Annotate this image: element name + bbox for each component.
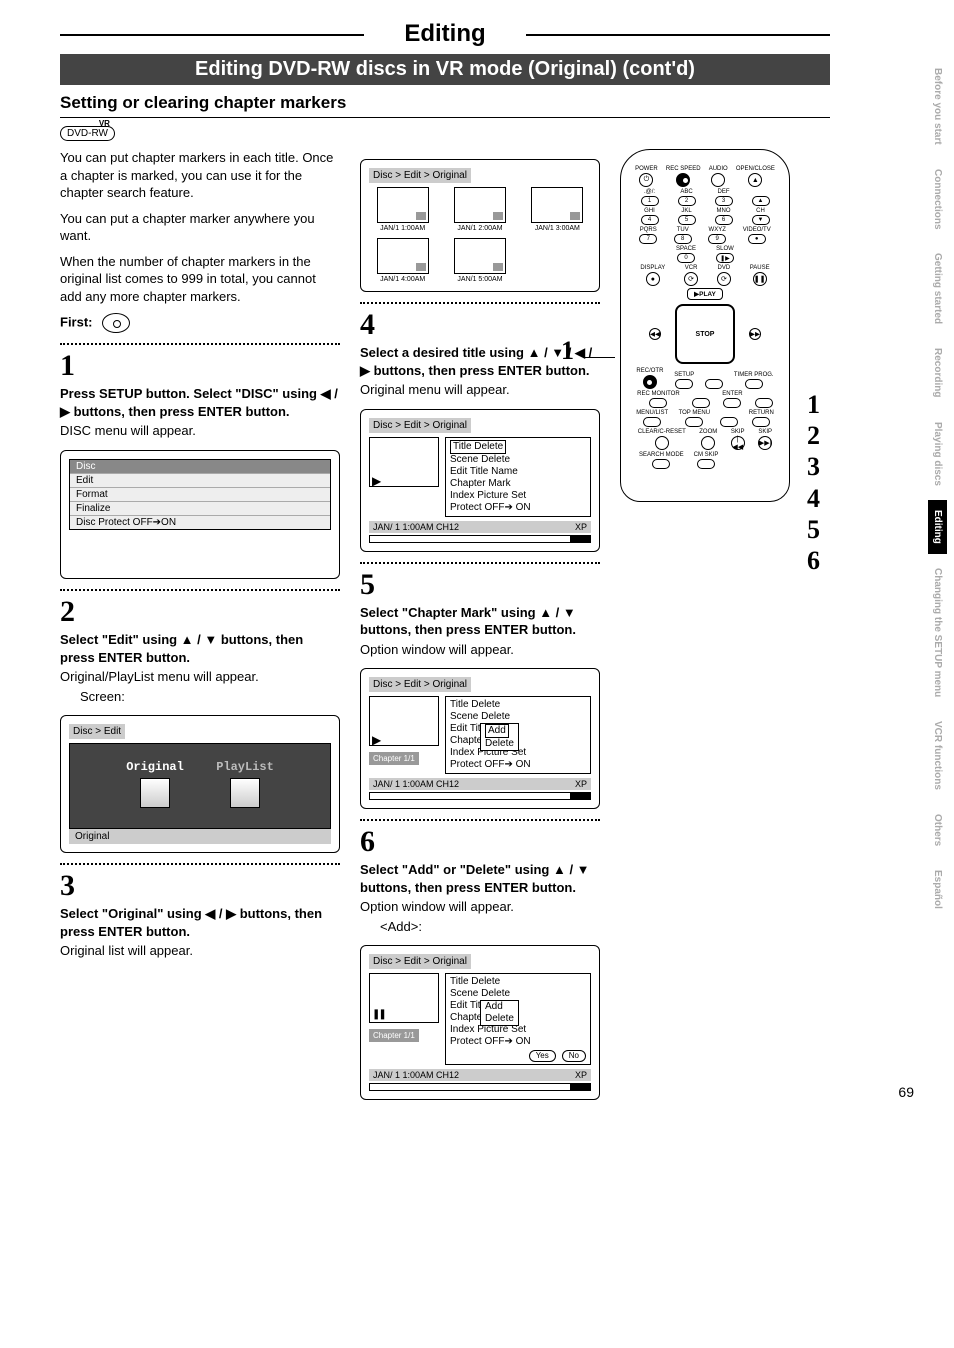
step-number: 5 [360, 568, 600, 602]
step-number: 3 [60, 869, 340, 903]
osd-disc-menu: Disc Edit Format Finalize Disc Protect O… [60, 450, 340, 579]
step-number: 6 [360, 825, 600, 859]
dvd-disc-icon [102, 313, 130, 333]
remote-callout-line: 1 [585, 357, 615, 358]
first-label: First: [60, 315, 93, 330]
remote-illustration: POWER⏻REC SPEED●AUDIOOPEN/CLOSE▲ .@/:1AB… [620, 149, 790, 502]
step-note: DISC menu will appear. [60, 422, 340, 440]
subtitle-bar: Editing DVD-RW discs in VR mode (Origina… [60, 54, 830, 85]
step-note: Original list will appear. [60, 942, 340, 960]
intro-para: You can put a chapter marker anywhere yo… [60, 210, 340, 245]
step-note: Option window will appear. [360, 641, 600, 659]
step-instruction: Select "Add" or "Delete" using ▲ / ▼ but… [360, 861, 600, 896]
step-note: Original menu will appear. [360, 381, 600, 399]
page-number: 69 [898, 1084, 914, 1100]
osd-original-menu: Disc > Edit > Original Title Delete Scen… [360, 409, 600, 552]
osd-original-list: Disc > Edit > Original JAN/1 1:00AM JAN/… [360, 159, 600, 292]
intro-para: You can put chapter markers in each titl… [60, 149, 340, 202]
step-instruction: Select "Edit" using ▲ / ▼ buttons, then … [60, 631, 340, 666]
step-number: 1 [60, 349, 340, 383]
osd-orig-playlist: Disc > Edit Original PlayList Original [60, 715, 340, 853]
step-note: Option window will appear. [360, 898, 600, 916]
screen-label: Screen: [60, 688, 340, 706]
step-instruction: Press SETUP button. Select "DISC" using … [60, 385, 340, 420]
step-note: Original/PlayList menu will appear. [60, 668, 340, 686]
step-instruction: Select "Chapter Mark" using ▲ / ▼ button… [360, 604, 600, 639]
page-title: Editing [364, 20, 525, 48]
intro-para: When the number of chapter markers in th… [60, 253, 340, 306]
side-tabs: Before you startConnectionsGetting start… [928, 58, 954, 923]
section-title: Setting or clearing chapter markers [60, 93, 830, 113]
step-number: 2 [60, 595, 340, 629]
osd-add-confirm: Disc > Edit > Original Chapter 1/1 Title… [360, 945, 600, 1100]
add-label: <Add>: [360, 918, 600, 936]
remote-step-callouts: 1 2 3 4 5 6 [807, 389, 820, 576]
step-instruction: Select "Original" using ◀ / ▶ buttons, t… [60, 905, 340, 940]
dvd-rw-badge: VRDVD-RW [60, 126, 115, 141]
osd-chapter-mark: Disc > Edit > Original Chapter 1/1 Title… [360, 668, 600, 809]
